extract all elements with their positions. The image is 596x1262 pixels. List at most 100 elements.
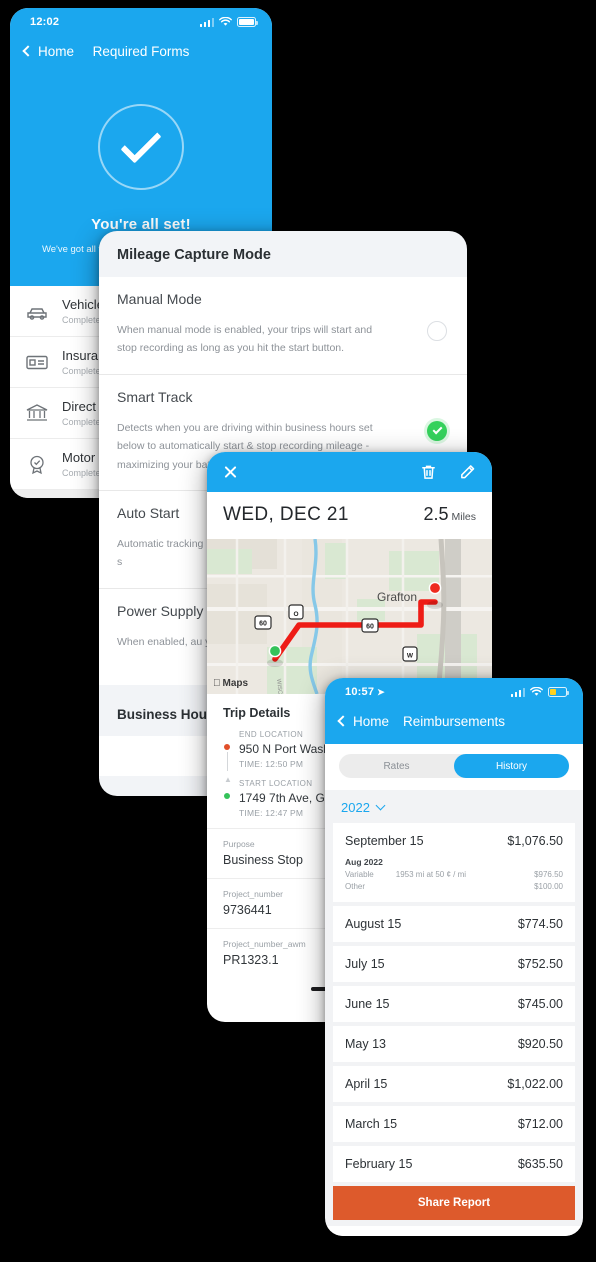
car-icon bbox=[24, 299, 50, 323]
home-indicator bbox=[325, 1226, 583, 1236]
cellular-icon bbox=[510, 687, 525, 697]
location-arrow-icon: ➤ bbox=[377, 686, 385, 697]
cellular-icon bbox=[199, 17, 214, 27]
page-title: Mileage Capture Mode bbox=[117, 247, 271, 263]
breakdown-detail bbox=[365, 882, 534, 891]
map-canvas: 60 O 60 W Grafton WISCONSIN bbox=[207, 539, 492, 694]
breakdown-amount: $100.00 bbox=[534, 882, 563, 891]
id-card-icon bbox=[24, 350, 50, 374]
entry-month: August 15 bbox=[345, 917, 402, 931]
trip-distance: 2.5 bbox=[423, 504, 449, 524]
bank-icon bbox=[24, 401, 50, 425]
breakdown-amount: $976.50 bbox=[534, 870, 563, 879]
list-item[interactable]: September 15 $1,076.50 Aug 2022 Variable… bbox=[333, 823, 575, 902]
status-time: 10:57 bbox=[345, 686, 375, 698]
breakdown-label: Other bbox=[345, 882, 366, 891]
entry-amount: $712.00 bbox=[517, 1117, 563, 1131]
start-pin bbox=[268, 644, 282, 658]
breakdown-label: Variable bbox=[345, 870, 374, 879]
share-report-button[interactable]: Share Report bbox=[333, 1186, 575, 1220]
breakdown-row: Other $100.00 bbox=[345, 882, 563, 891]
entry-amount: $745.00 bbox=[517, 997, 563, 1011]
trip-date: WED, DEC 21 bbox=[223, 504, 349, 525]
segmented-control-wrap: Rates History bbox=[325, 744, 583, 790]
back-button[interactable]: Home bbox=[337, 713, 390, 729]
trip-toolbar bbox=[207, 452, 492, 492]
apple-maps-attribution:  Maps bbox=[213, 678, 248, 689]
tab-history[interactable]: History bbox=[454, 754, 569, 778]
entry-amount: $774.50 bbox=[517, 917, 563, 931]
tab-rates[interactable]: Rates bbox=[339, 754, 454, 778]
entry-month: March 15 bbox=[345, 1117, 398, 1131]
screenshot-stage: 12:02 Home Required Forms You're all set… bbox=[0, 0, 596, 1262]
nav-bar: Home Reimbursements bbox=[325, 704, 583, 738]
wifi-icon bbox=[219, 17, 232, 26]
list-item[interactable]: July 15 $752.50 bbox=[333, 946, 575, 982]
pencil-icon[interactable] bbox=[459, 463, 476, 481]
setting-manual-mode[interactable]: Manual Mode When manual mode is enabled,… bbox=[99, 277, 467, 375]
item-title: Vehicle bbox=[62, 297, 104, 312]
apple-logo-icon:  bbox=[213, 678, 221, 689]
status-bar: 12:02 bbox=[10, 8, 272, 34]
setting-description: When manual mode is enabled, your trips … bbox=[117, 324, 373, 355]
status-time: 12:02 bbox=[30, 16, 60, 28]
entry-amount: $920.50 bbox=[517, 1037, 563, 1051]
back-label: Home bbox=[353, 713, 390, 729]
list-item[interactable]: March 15 $712.00 bbox=[333, 1106, 575, 1142]
setting-heading: Smart Track bbox=[117, 388, 193, 405]
list-item[interactable]: February 15 $635.50 bbox=[333, 1146, 575, 1182]
trash-icon[interactable] bbox=[420, 463, 437, 481]
entry-month: May 13 bbox=[345, 1037, 386, 1051]
nav-bar: Home Required Forms bbox=[10, 34, 272, 68]
smart-track-toggle-checked-icon[interactable] bbox=[427, 420, 447, 441]
entry-amount: $1,022.00 bbox=[507, 1077, 563, 1091]
breakdown-row: Variable 1953 mi at 50 ¢ / mi $976.50 bbox=[345, 870, 563, 879]
svg-text:W: W bbox=[407, 653, 414, 660]
start-location-dot-icon bbox=[224, 793, 230, 799]
direction-arrow-icon: ▲ bbox=[224, 775, 232, 784]
manual-mode-toggle[interactable] bbox=[427, 321, 447, 341]
svg-text:60: 60 bbox=[259, 621, 267, 628]
breakdown-period: Aug 2022 bbox=[345, 857, 383, 867]
item-status: Complete bbox=[62, 315, 101, 325]
setting-heading: Manual Mode bbox=[117, 291, 202, 307]
end-location-dot-icon bbox=[224, 744, 230, 750]
chevron-left-icon bbox=[22, 45, 34, 57]
entry-month: September 15 bbox=[345, 834, 424, 848]
entry-breakdown: Aug 2022 Variable 1953 mi at 50 ¢ / mi $… bbox=[345, 857, 563, 891]
entry-month: February 15 bbox=[345, 1157, 413, 1171]
entry-month: July 15 bbox=[345, 957, 385, 971]
reimbursement-list: September 15 $1,076.50 Aug 2022 Variable… bbox=[325, 823, 583, 1182]
certificate-icon bbox=[24, 452, 50, 476]
trip-distance-unit: Miles bbox=[451, 511, 476, 523]
entry-amount: $1,076.50 bbox=[507, 834, 563, 848]
chevron-down-icon bbox=[375, 800, 386, 811]
entry-amount: $635.50 bbox=[517, 1157, 563, 1171]
battery-full-icon bbox=[237, 17, 258, 27]
breakdown-detail: 1953 mi at 50 ¢ / mi bbox=[395, 870, 467, 879]
trip-map[interactable]: 60 O 60 W Grafton WISCONSIN  Maps bbox=[207, 539, 492, 694]
svg-text:60: 60 bbox=[366, 624, 374, 631]
year-value: 2022 bbox=[341, 800, 370, 815]
back-button[interactable]: Home bbox=[22, 43, 75, 59]
year-selector[interactable]: 2022 bbox=[325, 790, 583, 823]
svg-text:O: O bbox=[293, 611, 298, 618]
list-item[interactable]: May 13 $920.50 bbox=[333, 1026, 575, 1062]
entry-month: June 15 bbox=[345, 997, 390, 1011]
checkmark-circle-icon bbox=[98, 104, 184, 190]
end-pin bbox=[428, 581, 442, 595]
reimbursements-header: 10:57 ➤ Home Reimbursements bbox=[325, 678, 583, 744]
reimbursements-screen: 10:57 ➤ Home Reimbursements Rates Histor… bbox=[325, 678, 583, 1236]
entry-month: April 15 bbox=[345, 1077, 388, 1091]
wifi-icon bbox=[530, 687, 543, 696]
list-item[interactable]: April 15 $1,022.00 bbox=[333, 1066, 575, 1102]
entry-amount: $752.50 bbox=[517, 957, 563, 971]
list-item[interactable]: June 15 $745.00 bbox=[333, 986, 575, 1022]
close-icon[interactable] bbox=[223, 465, 238, 480]
status-bar: 10:57 ➤ bbox=[325, 678, 583, 704]
battery-low-icon bbox=[548, 687, 569, 697]
map-city-label: Grafton bbox=[377, 590, 417, 604]
chevron-left-icon bbox=[337, 715, 349, 727]
back-label: Home bbox=[38, 43, 75, 59]
list-item[interactable]: August 15 $774.50 bbox=[333, 906, 575, 942]
